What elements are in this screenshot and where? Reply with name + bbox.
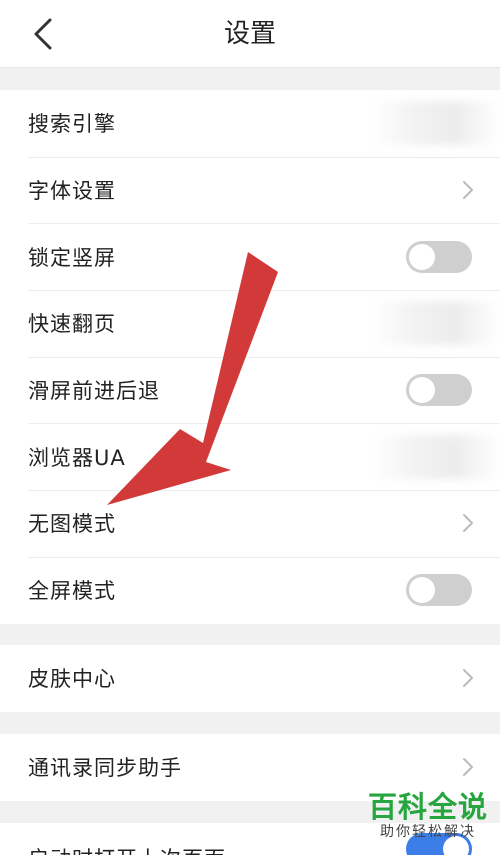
- toggle-knob: [409, 377, 435, 404]
- setting-fullscreen[interactable]: 全屏模式: [0, 556, 500, 624]
- setting-browser-ua[interactable]: 浏览器UA: [0, 423, 500, 490]
- setting-skin-center[interactable]: 皮肤中心: [0, 645, 500, 712]
- lock-portrait-toggle[interactable]: [406, 240, 472, 273]
- page-title: 设置: [223, 19, 276, 49]
- setting-label: 滑屏前进后退: [28, 379, 160, 404]
- fullscreen-toggle[interactable]: [406, 574, 472, 607]
- blurred-value: [370, 301, 500, 346]
- watermark: 百科全说 助你轻松解决: [368, 791, 488, 841]
- setting-label: 浏览器UA: [28, 445, 126, 470]
- setting-label: 锁定竖屏: [28, 245, 116, 270]
- toggle-knob: [409, 577, 435, 604]
- toggle-knob: [409, 243, 435, 270]
- setting-lock-portrait[interactable]: 锁定竖屏: [0, 223, 500, 290]
- setting-search-engine[interactable]: 搜索引擎: [0, 90, 500, 157]
- setting-no-image-mode[interactable]: 无图模式: [0, 490, 500, 557]
- setting-label: 快速翻页: [28, 312, 116, 337]
- settings-group-skin: 皮肤中心: [0, 645, 500, 712]
- setting-label: 启动时打开上次页面: [28, 843, 226, 855]
- watermark-slogan: 助你轻松解决: [379, 824, 476, 840]
- settings-group-main: 搜索引擎 字体设置 锁定竖屏 快速翻页 滑屏前进后退 浏览器UA 无图模式 全屏…: [0, 90, 500, 624]
- setting-swipe-nav[interactable]: 滑屏前进后退: [0, 356, 500, 424]
- setting-fast-page[interactable]: 快速翻页: [0, 290, 500, 357]
- swipe-nav-toggle[interactable]: [406, 374, 472, 407]
- setting-label: 通讯录同步助手: [28, 756, 182, 781]
- chevron-right-icon: [463, 514, 473, 533]
- setting-label: 全屏模式: [28, 579, 116, 604]
- blurred-value: [370, 434, 500, 479]
- chevron-right-icon: [463, 669, 473, 688]
- setting-label: 搜索引擎: [28, 112, 116, 137]
- watermark-logo-text: 百科全说: [367, 790, 488, 824]
- chevron-right-icon: [463, 758, 473, 777]
- blurred-value: [370, 101, 500, 146]
- setting-label: 字体设置: [28, 179, 116, 204]
- chevron-right-icon: [463, 181, 473, 200]
- setting-label: 无图模式: [28, 512, 116, 537]
- setting-font[interactable]: 字体设置: [0, 156, 500, 224]
- top-bar: 设置: [0, 0, 500, 68]
- setting-label: 皮肤中心: [28, 667, 116, 692]
